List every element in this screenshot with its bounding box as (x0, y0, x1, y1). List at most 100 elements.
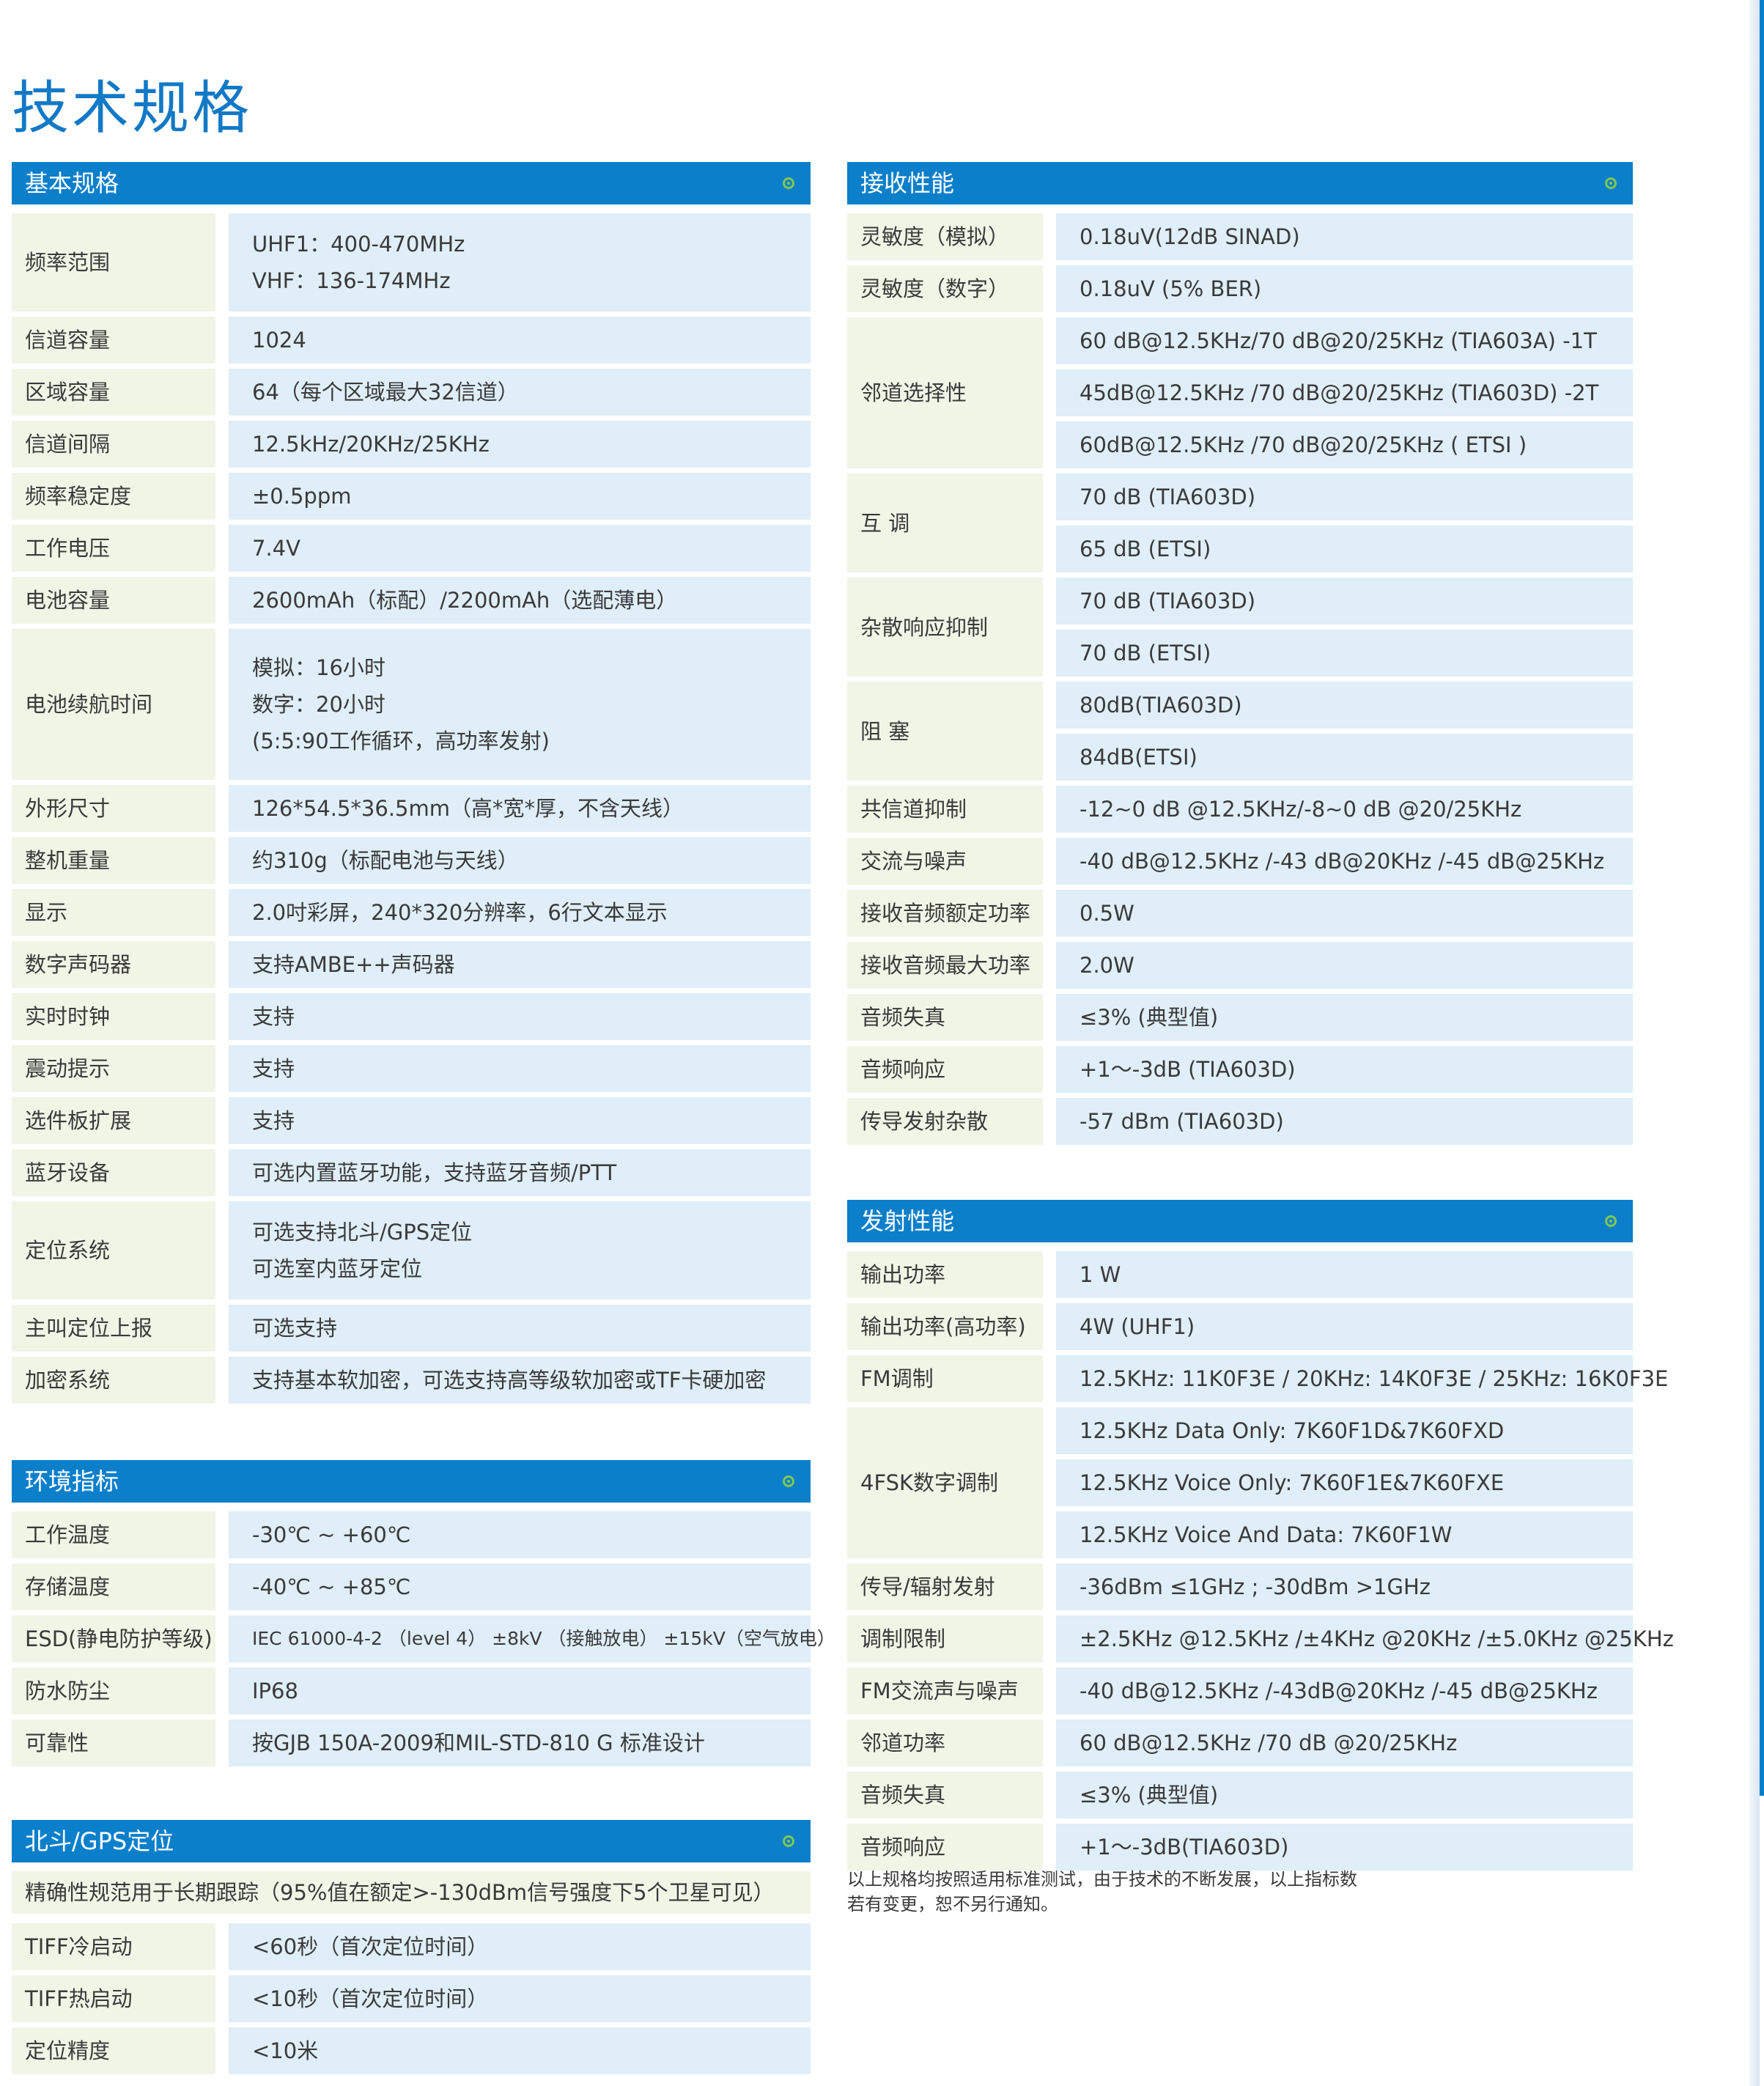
spec-value-line: <60秒（首次定位时间） (252, 1934, 489, 1959)
spec-value-line: 12.5KHz Data Only: 7K60F1D&7K60FXD (1080, 1418, 1505, 1443)
spec-label: 显示 (12, 889, 215, 936)
spec-value-line: 2.0W (1080, 953, 1134, 978)
spec-value-line: IP68 (252, 1678, 298, 1703)
spec-value: -40 dB@12.5KHz /-43dB@20KHz /-45 dB@25KH… (1056, 1667, 1633, 1714)
spec-value: 按GJB 150A-2009和MIL-STD-810 G 标准设计 (229, 1720, 811, 1766)
spec-value-line: -12~0 dB @12.5KHz/-8~0 dB @20/25KHz (1080, 797, 1522, 822)
spec-value-line: 支持 (252, 1004, 295, 1029)
spec-label: 阻 塞 (847, 682, 1043, 781)
spec-label: 数字声码器 (12, 941, 215, 988)
spec-value-line: +1～-3dB(TIA603D) (1080, 1835, 1289, 1860)
spec-value-line: 支持AMBE++声码器 (252, 952, 455, 977)
spec-label: 音频失真 (847, 994, 1043, 1041)
spec-label: 定位系统 (12, 1201, 215, 1300)
spec-label: 邻道功率 (847, 1720, 1043, 1766)
spec-label: 选件板扩展 (12, 1097, 215, 1144)
spec-value-line: -36dBm ≤1GHz ; -30dBm >1GHz (1080, 1574, 1431, 1599)
spec-value: ±0.5ppm (229, 473, 811, 520)
spec-value: 60 dB@12.5KHz/70 dB@20/25KHz (TIA603A) -… (1056, 317, 1633, 364)
spec-value: -40 dB@12.5KHz /-43 dB@20KHz /-45 dB@25K… (1056, 838, 1633, 885)
spec-value-line: 64（每个区域最大32信道） (252, 380, 519, 405)
spec-value-line: 1 W (1080, 1262, 1121, 1287)
footnote-line: 以上规格均按照适用标准测试，由于技术的不断发展，以上指标数 (847, 1869, 1357, 1890)
spec-value-line: 1024 (252, 328, 306, 353)
dot-icon (783, 1835, 794, 1847)
spec-value: 模拟：16小时 数字：20小时 (5:5:90工作循环，高功率发射) (229, 629, 811, 780)
spec-label: 调制限制 (847, 1615, 1043, 1662)
spec-value: 64（每个区域最大32信道） (229, 369, 811, 416)
spec-label: TIFF冷启动 (12, 1923, 215, 1970)
spec-value: <60秒（首次定位时间） (229, 1923, 811, 1970)
spec-value-line: UHF1：400-470MHz (252, 232, 465, 257)
spec-value: IP68 (229, 1667, 811, 1714)
spec-label: 定位精度 (12, 2027, 215, 2074)
spec-label: 灵敏度（模拟） (847, 213, 1043, 260)
spec-label: FM交流声与噪声 (847, 1667, 1043, 1714)
spec-value: 80dB(TIA603D) (1056, 682, 1633, 729)
dot-icon (1605, 1215, 1617, 1227)
spec-label: 外形尺寸 (12, 785, 215, 832)
spec-label: 交流与噪声 (847, 838, 1043, 885)
dot-icon (783, 177, 794, 189)
spec-value: 70 dB (TIA603D) (1056, 473, 1633, 520)
spec-value-line: 2600mAh（标配）/2200mAh（选配薄电） (252, 588, 678, 613)
spec-value: 12.5kHz/20KHz/25KHz (229, 421, 811, 468)
spec-value: 支持 (229, 1045, 811, 1092)
spec-label: 信道间隔 (12, 421, 215, 468)
spec-value-line: 60dB@12.5KHz /70 dB@20/25KHz ( ETSI ) (1080, 432, 1527, 457)
spec-value-line: 45dB@12.5KHz /70 dB@20/25KHz (TIA603D) -… (1080, 380, 1599, 405)
spec-label: 4FSK数字调制 (847, 1407, 1043, 1558)
spec-value-line: <10米 (252, 2038, 319, 2063)
spec-value-line: 84dB(ETSI) (1080, 745, 1197, 770)
section-title: 北斗/GPS定位 (25, 1827, 174, 1855)
spec-value: 70 dB (ETSI) (1056, 630, 1633, 677)
spec-value: <10米 (229, 2027, 811, 2074)
spec-value: 可选支持 (229, 1305, 811, 1352)
spec-label: 接收音频最大功率 (847, 942, 1043, 989)
section-header: 北斗/GPS定位 (12, 1820, 811, 1862)
spec-value-line: 80dB(TIA603D) (1080, 693, 1242, 718)
spec-label: 震动提示 (12, 1045, 215, 1092)
spec-value-line: ≤3% (典型值) (1080, 1005, 1219, 1030)
spec-label: 杂散响应抑制 (847, 578, 1043, 677)
spec-label: 音频响应 (847, 1824, 1043, 1871)
spec-value-line: 70 dB (TIA603D) (1080, 589, 1256, 613)
page-edge-shade (1749, 0, 1760, 2086)
section-header: 接收性能 (847, 162, 1633, 204)
spec-value: 126*54.5*36.5mm（高*宽*厚，不含天线） (229, 785, 811, 832)
spec-value-line: (5:5:90工作循环，高功率发射) (252, 729, 550, 753)
spec-value: 7.4V (229, 525, 811, 572)
spec-label: 可靠性 (12, 1720, 215, 1766)
page-title: 技术规格 (12, 75, 253, 142)
spec-value-line: 4W (UHF1) (1080, 1314, 1195, 1339)
spec-label: FM调制 (847, 1355, 1043, 1402)
spec-value-line: -40 dB@12.5KHz /-43 dB@20KHz /-45 dB@25K… (1080, 849, 1605, 874)
spec-value-line: 126*54.5*36.5mm（高*宽*厚，不含天线） (252, 796, 684, 821)
spec-value-line: VHF：136-174MHz (252, 268, 451, 293)
spec-value-line: 70 dB (TIA603D) (1080, 484, 1256, 509)
spec-value: 支持 (229, 1097, 811, 1144)
spec-label: 共信道抑制 (847, 786, 1043, 833)
spec-value-line: 数字：20小时 (252, 692, 385, 717)
footnote-line: 若有变更，恕不另行通知。 (847, 1894, 1058, 1914)
spec-value-line: 支持 (252, 1108, 295, 1133)
spec-label: 防水防尘 (12, 1667, 215, 1714)
section-title: 接收性能 (860, 169, 955, 197)
spec-value: 支持AMBE++声码器 (229, 941, 811, 988)
spec-value-line: 可选内置蓝牙功能，支持蓝牙音频/PTT (252, 1160, 617, 1185)
spec-label: 主叫定位上报 (12, 1305, 215, 1352)
spec-value: 65 dB (ETSI) (1056, 526, 1633, 572)
spec-value: ≤3% (典型值) (1056, 994, 1633, 1041)
page-edge-bar (1760, 0, 1764, 1796)
spec-value: 2600mAh（标配）/2200mAh（选配薄电） (229, 577, 811, 624)
spec-value: 1024 (229, 317, 811, 364)
spec-value-line: 12.5KHz: 11K0F3E / 20KHz: 14K0F3E / 25KH… (1080, 1366, 1669, 1391)
dot-icon (783, 1475, 794, 1487)
spec-value-line: 支持 (252, 1056, 295, 1081)
spec-value: 支持 (229, 993, 811, 1040)
spec-label: 传导/辐射发射 (847, 1563, 1043, 1610)
spec-label: 电池续航时间 (12, 629, 215, 780)
spec-value: +1～-3dB(TIA603D) (1056, 1824, 1633, 1871)
spec-label: 工作电压 (12, 525, 215, 572)
spec-value: 1 W (1056, 1251, 1633, 1298)
